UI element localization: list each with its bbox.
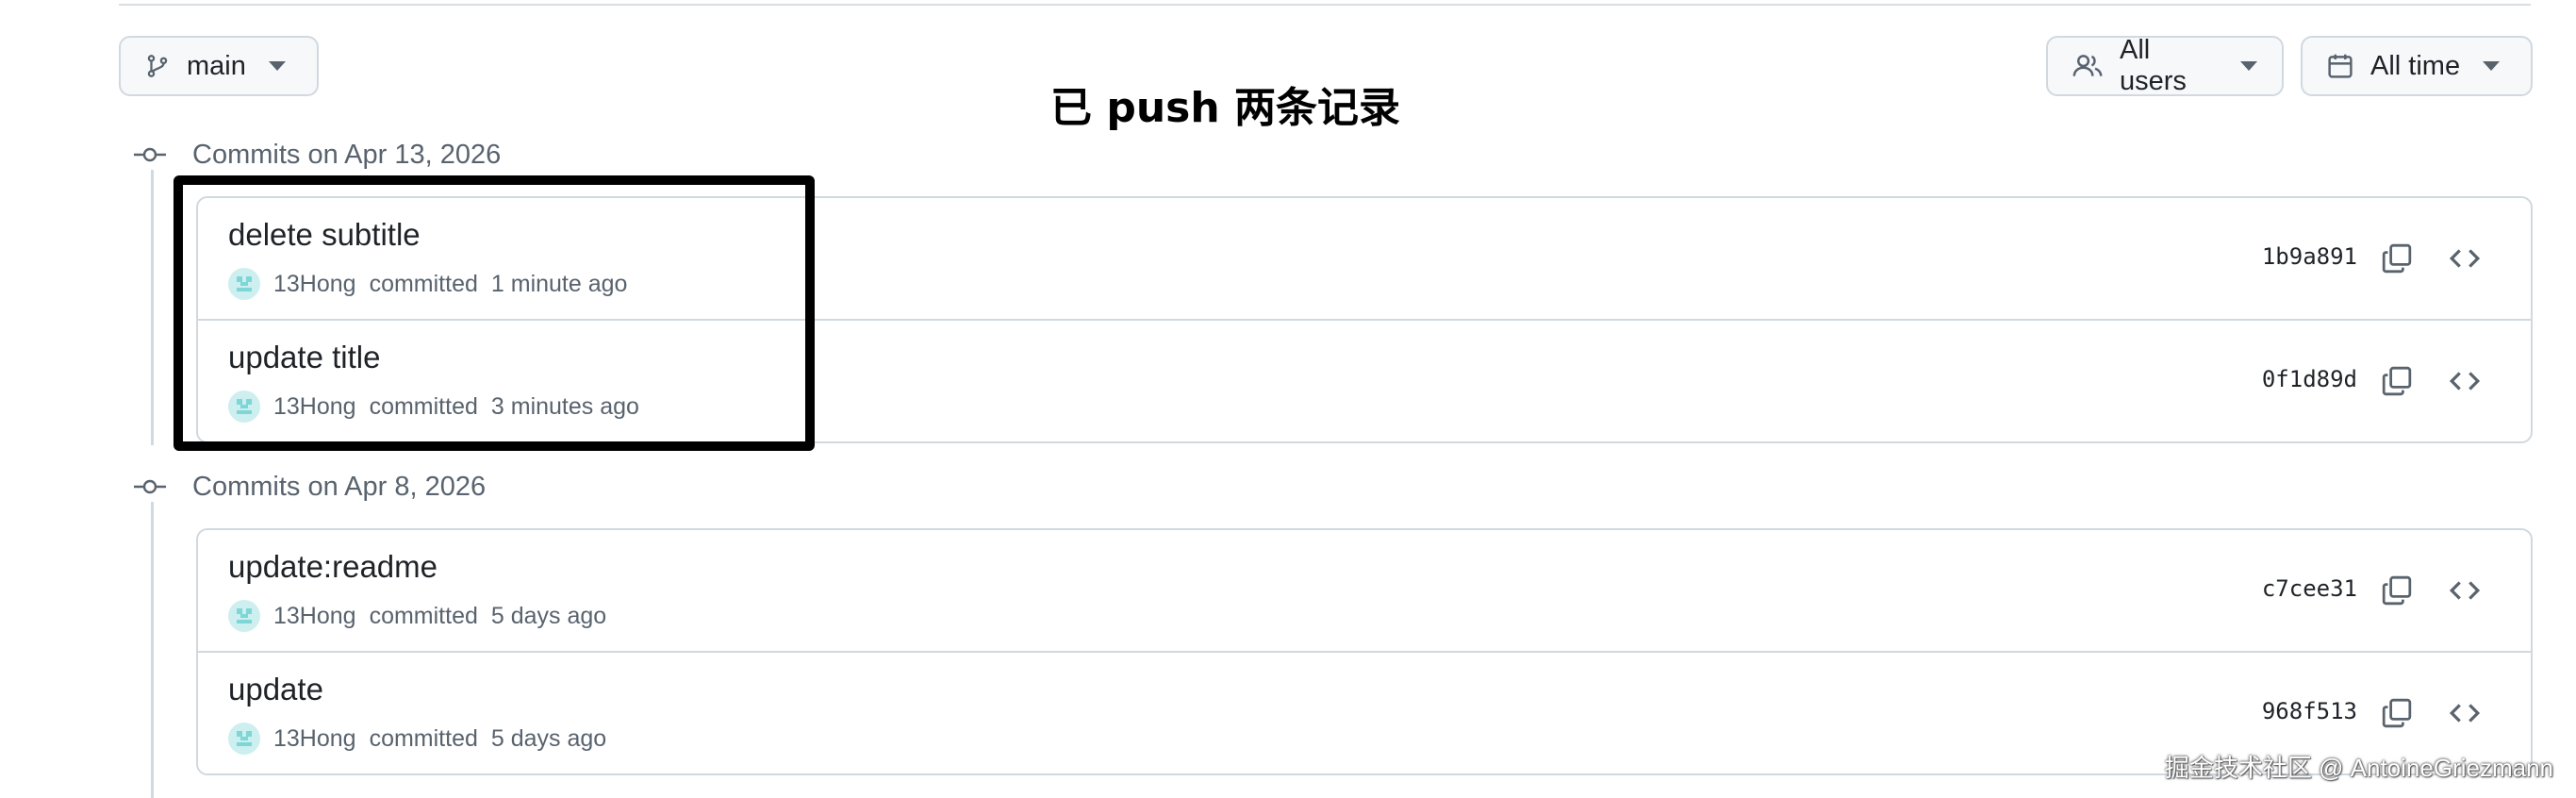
- commit-row: update title 13Hong committed 3 minutes …: [198, 321, 2531, 441]
- commit-verb: committed: [369, 392, 478, 420]
- avatar[interactable]: [228, 600, 260, 632]
- branch-label: main: [187, 50, 246, 81]
- avatar[interactable]: [228, 391, 260, 423]
- commit-verb: committed: [369, 724, 478, 752]
- annotation-title: 已 push 两条记录: [1050, 84, 1400, 132]
- identicon-icon: [237, 399, 252, 414]
- browse-repo-button[interactable]: [2446, 694, 2484, 732]
- time-filter-label: All time: [2370, 50, 2461, 81]
- commit-meta: 13Hong committed 5 days ago: [228, 600, 606, 632]
- commit-group-header: Commits on Apr 8, 2026: [134, 468, 486, 506]
- commit-time: 1 minute ago: [490, 270, 628, 297]
- commit-meta: 13Hong committed 5 days ago: [228, 723, 606, 755]
- copy-sha-button[interactable]: [2378, 694, 2416, 732]
- git-commit-icon: [134, 479, 166, 494]
- copy-sha-button[interactable]: [2378, 240, 2416, 277]
- calendar-icon: [2327, 52, 2353, 80]
- commit-time: 3 minutes ago: [490, 392, 639, 420]
- identicon-icon: [237, 608, 252, 623]
- avatar[interactable]: [228, 268, 260, 300]
- git-commit-icon: [134, 147, 166, 162]
- commit-time: 5 days ago: [490, 602, 607, 629]
- identicon-icon: [237, 731, 252, 746]
- users-filter-button[interactable]: All users: [2046, 35, 2284, 96]
- copy-sha-button[interactable]: [2378, 362, 2416, 400]
- commit-list: update:readme 13Hong committed 5 days ag…: [196, 528, 2533, 775]
- copy-icon: [2382, 698, 2412, 728]
- commit-sha-link[interactable]: 0f1d89d: [2262, 366, 2357, 392]
- watermark: 掘金技术社区 @ AntoineGriezmann: [2164, 754, 2553, 782]
- commit-sha-link[interactable]: 968f513: [2262, 698, 2357, 724]
- commit-message-link[interactable]: delete subtitle: [228, 217, 421, 253]
- timeline-line: [151, 170, 154, 445]
- git-branch-icon: [145, 52, 170, 80]
- browse-repo-button[interactable]: [2446, 240, 2484, 277]
- copy-icon: [2382, 243, 2412, 274]
- commit-verb: committed: [369, 270, 478, 297]
- commit-group-date: Commits on Apr 13, 2026: [192, 139, 502, 170]
- commit-message-link[interactable]: update title: [228, 340, 380, 375]
- commit-list: delete subtitle 13Hong committed 1 minut…: [196, 196, 2533, 443]
- browse-repo-button[interactable]: [2446, 362, 2484, 400]
- commit-group-date: Commits on Apr 8, 2026: [192, 471, 487, 502]
- people-icon: [2072, 52, 2103, 80]
- identicon-icon: [237, 276, 252, 291]
- code-icon: [2449, 249, 2481, 268]
- commit-row: update:readme 13Hong committed 5 days ag…: [198, 530, 2531, 653]
- commit-meta: 13Hong committed 1 minute ago: [228, 268, 627, 300]
- commit-group-header: Commits on Apr 13, 2026: [134, 136, 501, 174]
- commit-author[interactable]: 13Hong: [273, 603, 356, 630]
- commit-sha-link[interactable]: 1b9a891: [2262, 243, 2357, 270]
- copy-icon: [2382, 575, 2412, 606]
- code-icon: [2449, 581, 2481, 600]
- commit-sha-link[interactable]: c7cee31: [2262, 575, 2357, 602]
- top-divider: [119, 4, 2531, 6]
- commit-verb: committed: [369, 602, 478, 629]
- commit-author[interactable]: 13Hong: [273, 271, 356, 298]
- chevron-down-icon: [2483, 61, 2501, 71]
- users-filter-label: All users: [2120, 35, 2187, 96]
- commit-message-link[interactable]: update: [228, 672, 323, 707]
- copy-sha-button[interactable]: [2378, 572, 2416, 609]
- code-icon: [2449, 704, 2481, 723]
- commit-author[interactable]: 13Hong: [273, 393, 356, 421]
- chevron-down-icon: [268, 61, 286, 71]
- timeline-line: [151, 502, 154, 798]
- commit-meta: 13Hong committed 3 minutes ago: [228, 391, 639, 423]
- commit-author[interactable]: 13Hong: [273, 725, 356, 753]
- chevron-down-icon: [2240, 61, 2257, 71]
- commit-row: delete subtitle 13Hong committed 1 minut…: [198, 198, 2531, 321]
- avatar[interactable]: [228, 723, 260, 755]
- branch-selector-button[interactable]: main: [119, 36, 319, 96]
- browse-repo-button[interactable]: [2446, 572, 2484, 609]
- commit-message-link[interactable]: update:readme: [228, 549, 438, 585]
- code-icon: [2449, 372, 2481, 391]
- copy-icon: [2382, 366, 2412, 396]
- commit-time: 5 days ago: [490, 724, 607, 752]
- time-filter-button[interactable]: All time: [2301, 36, 2533, 96]
